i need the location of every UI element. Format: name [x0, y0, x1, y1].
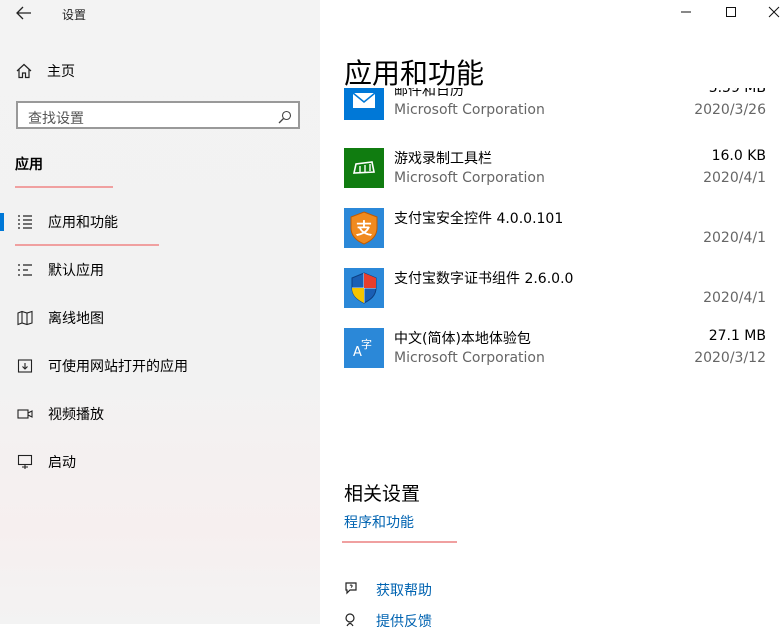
app-date: 2020/4/1	[703, 230, 766, 246]
app-size: 16.0 KB	[711, 148, 766, 164]
highlight-underline	[342, 541, 457, 543]
home-icon	[16, 63, 32, 79]
language-pack-icon: A字	[344, 328, 384, 368]
sidebar-item-label: 启动	[48, 455, 76, 471]
section-title: 应用	[15, 157, 43, 173]
app-row-mail-calendar[interactable]: 邮件和日历 5.59 MB Microsoft Corporation 2020…	[344, 88, 774, 140]
app-name: 支付宝安全控件 4.0.0.101	[394, 211, 564, 227]
game-bar-icon	[344, 148, 384, 188]
app-row-alipay-cert[interactable]: 支付宝数字证书组件 2.6.0.0 2020/4/1	[344, 268, 774, 328]
sidebar-item-label: 视频播放	[48, 407, 104, 423]
sidebar-item-offline-maps[interactable]: 离线地图	[0, 306, 320, 330]
app-publisher: Microsoft Corporation	[394, 102, 545, 118]
highlight-underline	[15, 244, 159, 246]
app-size: 27.1 MB	[708, 328, 766, 344]
app-name: 邮件和日历	[394, 88, 464, 99]
app-row-game-bar[interactable]: 游戏录制工具栏 16.0 KB Microsoft Corporation 20…	[344, 148, 774, 208]
app-list: 邮件和日历 5.59 MB Microsoft Corporation 2020…	[344, 88, 774, 378]
sidebar-item-label: 应用和功能	[48, 215, 118, 231]
video-playback-icon	[17, 406, 33, 422]
sidebar-item-label: 离线地图	[48, 311, 104, 327]
sidebar: 设置 主页 查找设置 应用 应用和功能 默认应用 离线地图 可使用网站打开的应用…	[0, 0, 320, 624]
default-apps-icon	[17, 262, 33, 278]
sidebar-item-apps-for-websites[interactable]: 可使用网站打开的应用	[0, 354, 320, 378]
sidebar-item-apps-features[interactable]: 应用和功能	[0, 210, 320, 234]
minimize-icon[interactable]	[678, 6, 694, 22]
app-date: 2020/3/26	[694, 102, 766, 118]
apps-for-websites-icon	[17, 358, 33, 374]
search-icon[interactable]	[278, 109, 292, 124]
app-date: 2020/4/1	[703, 290, 766, 306]
app-publisher: Microsoft Corporation	[394, 350, 545, 366]
app-name: 支付宝数字证书组件 2.6.0.0	[394, 271, 574, 287]
give-feedback-label: 提供反馈	[376, 614, 432, 630]
alipay-cert-shield-icon	[344, 268, 384, 308]
apps-features-icon	[17, 214, 33, 230]
sidebar-item-label: 可使用网站打开的应用	[48, 359, 188, 375]
selection-indicator	[0, 213, 4, 231]
search-placeholder: 查找设置	[28, 111, 84, 127]
window-title: 设置	[62, 8, 87, 22]
app-size: 5.59 MB	[708, 88, 766, 96]
app-row-alipay-security[interactable]: 支 支付宝安全控件 4.0.0.101 2020/4/1	[344, 208, 774, 268]
mail-calendar-icon	[344, 88, 384, 120]
sidebar-item-startup[interactable]: 启动	[0, 450, 320, 474]
highlight-underline	[15, 186, 113, 188]
sidebar-item-video-playback[interactable]: 视频播放	[0, 402, 320, 426]
startup-icon	[17, 454, 33, 470]
programs-features-link[interactable]: 程序和功能	[344, 512, 414, 532]
app-date: 2020/4/1	[703, 170, 766, 186]
svg-text:字: 字	[361, 337, 372, 351]
help-chat-icon	[344, 581, 360, 597]
alipay-security-icon: 支	[344, 208, 384, 248]
close-icon[interactable]	[766, 6, 782, 22]
related-settings-title: 相关设置	[344, 483, 421, 505]
app-name: 游戏录制工具栏	[394, 151, 492, 167]
sidebar-item-label: 默认应用	[48, 263, 104, 279]
app-row-language-pack[interactable]: A字 中文(简体)本地体验包 27.1 MB Microsoft Corpora…	[344, 328, 774, 378]
home-label: 主页	[47, 64, 75, 80]
sidebar-home[interactable]: 主页	[16, 60, 75, 82]
feedback-icon	[344, 612, 360, 628]
get-help-label: 获取帮助	[376, 583, 432, 599]
back-arrow-icon[interactable]	[16, 5, 36, 23]
search-input[interactable]: 查找设置	[16, 101, 300, 129]
app-publisher: Microsoft Corporation	[394, 170, 545, 186]
page-title: 应用和功能	[344, 57, 485, 90]
svg-text:支: 支	[355, 219, 373, 238]
offline-maps-icon	[17, 310, 33, 326]
app-date: 2020/3/12	[694, 350, 766, 366]
sidebar-item-default-apps[interactable]: 默认应用	[0, 258, 320, 282]
maximize-icon[interactable]	[723, 6, 739, 22]
app-name: 中文(简体)本地体验包	[394, 331, 531, 347]
